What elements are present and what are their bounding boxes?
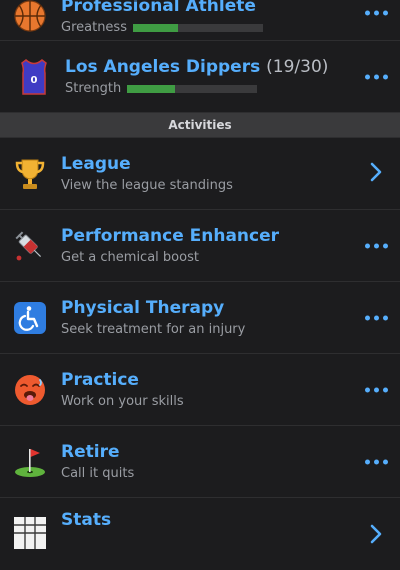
activity-practice[interactable]: Practice Work on your skills <box>0 354 400 426</box>
activities-section-header: Activities <box>0 113 400 138</box>
stats-grid-icon <box>13 516 47 550</box>
career-team-title: Los Angeles Dippers (19/30) <box>65 56 329 77</box>
career-role-row[interactable]: Professional Athlete Greatness <box>0 0 400 41</box>
hot-face-icon <box>13 373 47 407</box>
team-record: (19/30) <box>266 56 329 77</box>
activity-stats[interactable]: Stats <box>0 498 400 570</box>
golf-flag-icon <box>13 445 47 479</box>
greatness-bar-fill <box>132 24 179 32</box>
jersey-icon: 0 <box>17 58 51 95</box>
syringe-icon <box>13 229 47 263</box>
activity-subtitle: Call it quits <box>61 465 135 481</box>
activity-subtitle: Get a chemical boost <box>61 249 199 265</box>
greatness-bar <box>132 24 263 32</box>
activity-retire[interactable]: Retire Call it quits <box>0 426 400 498</box>
activity-title: Stats <box>61 510 112 530</box>
activity-subtitle: Work on your skills <box>61 393 184 409</box>
more-icon[interactable] <box>365 243 388 248</box>
more-icon[interactable] <box>365 459 388 464</box>
more-icon[interactable] <box>365 387 388 392</box>
strength-bar-fill <box>127 84 176 93</box>
chevron-right-icon[interactable] <box>370 524 382 548</box>
activity-subtitle: View the league standings <box>61 177 233 193</box>
jersey-number: 0 <box>31 75 38 86</box>
activity-title: Performance Enhancer <box>61 225 280 246</box>
chevron-right-icon[interactable] <box>370 162 382 186</box>
greatness-label: Greatness <box>61 20 127 35</box>
more-icon[interactable] <box>365 315 388 320</box>
basketball-icon <box>13 0 47 33</box>
activity-title: Practice <box>61 369 139 390</box>
activity-title: League <box>61 153 131 174</box>
activity-league[interactable]: League View the league standings <box>0 138 400 210</box>
career-team-row[interactable]: 0 Los Angeles Dippers (19/30) Strength <box>0 41 400 113</box>
career-role-more-button[interactable] <box>365 10 388 16</box>
wheelchair-icon <box>13 301 47 335</box>
career-role-title: Professional Athlete <box>61 0 256 16</box>
activity-physical-therapy[interactable]: Physical Therapy Seek treatment for an i… <box>0 282 400 354</box>
activity-performance-enhancer[interactable]: Performance Enhancer Get a chemical boos… <box>0 210 400 282</box>
activity-title: Physical Therapy <box>61 297 225 318</box>
career-team-more-button[interactable] <box>365 74 388 79</box>
strength-label: Strength <box>65 80 122 96</box>
activity-subtitle: Seek treatment for an injury <box>61 321 246 337</box>
strength-bar <box>127 84 258 93</box>
activity-title: Retire <box>61 441 120 462</box>
trophy-icon <box>13 157 47 191</box>
